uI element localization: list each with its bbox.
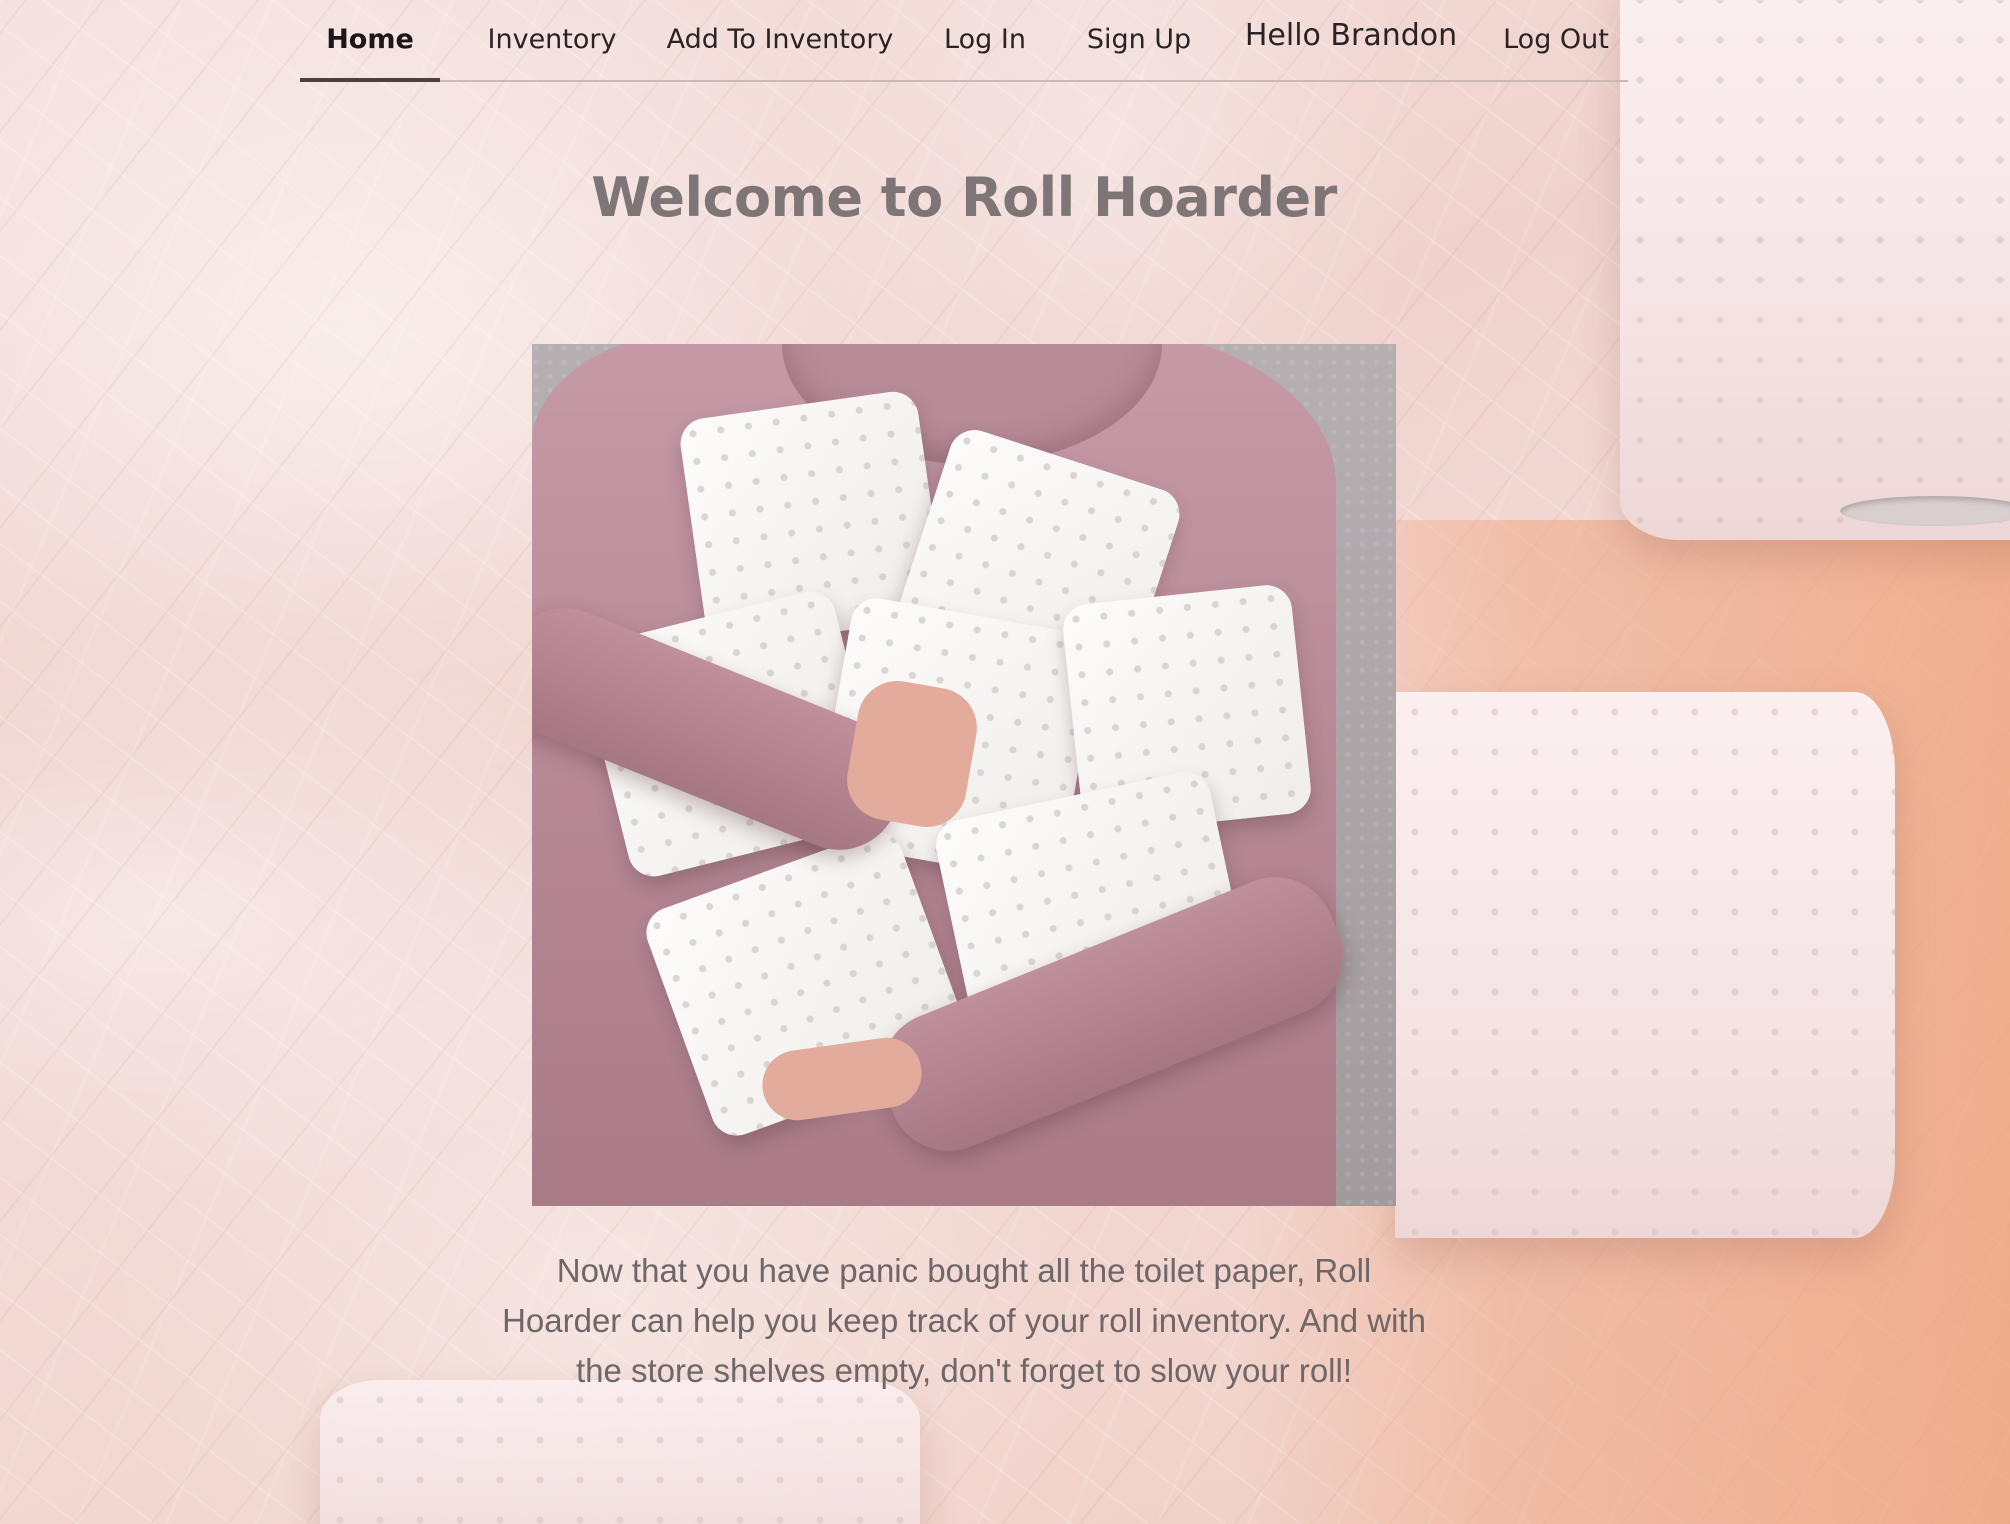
user-greeting: Hello Brandon <box>1244 18 1458 53</box>
nav-home-link[interactable]: Home <box>300 0 440 82</box>
background-toilet-roll-top <box>1620 0 2010 540</box>
nav-log-out-link[interactable]: Log Out <box>1484 0 1628 80</box>
nav-inventory-link[interactable]: Inventory <box>472 0 632 80</box>
page-title: Welcome to Roll Hoarder <box>591 166 1337 229</box>
nav-sign-up-link[interactable]: Sign Up <box>1064 0 1214 80</box>
intro-paragraph: Now that you have panic bought all the t… <box>502 1252 1426 1389</box>
nav-log-in-link[interactable]: Log In <box>922 0 1048 80</box>
hero-image <box>532 344 1396 1206</box>
background-toilet-roll-bottom <box>320 1380 920 1524</box>
nav-add-to-inventory-link[interactable]: Add To Inventory <box>652 0 908 80</box>
background-toilet-roll-middle <box>1395 692 1895 1238</box>
main-navigation: Home Inventory Add To Inventory Log In S… <box>300 0 1628 82</box>
